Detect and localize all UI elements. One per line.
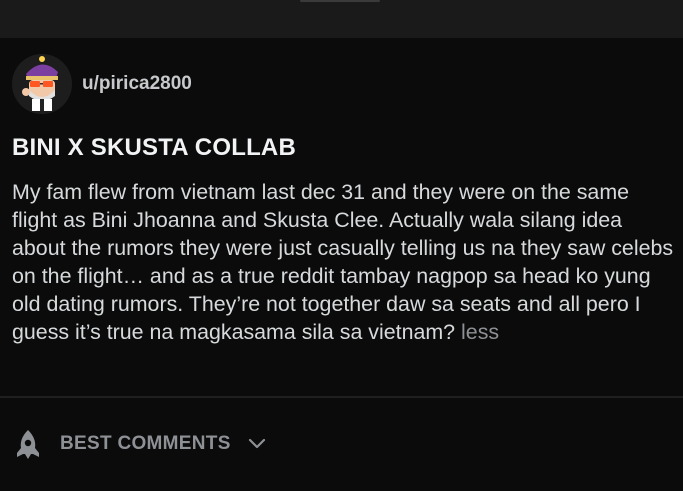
avatar[interactable] [12, 54, 72, 114]
chevron-down-icon [248, 438, 265, 449]
show-less-link[interactable]: less [461, 320, 499, 344]
post-body: My fam flew from vietnam last dec 31 and… [12, 178, 674, 346]
post-body-text: My fam flew from vietnam last dec 31 and… [12, 180, 674, 344]
author-username[interactable]: u/pirica2800 [82, 73, 192, 95]
drag-handle[interactable] [300, 0, 380, 2]
top-bar [0, 0, 683, 38]
post-title: BINI X SKUSTA COLLAB [12, 134, 296, 161]
comment-sort-label: BEST COMMENTS [60, 433, 231, 454]
post-container: u/pirica2800 BINI X SKUSTA COLLAB My fam… [0, 38, 683, 396]
post-detail-screen: u/pirica2800 BINI X SKUSTA COLLAB My fam… [0, 0, 683, 491]
comment-sort-button[interactable]: BEST COMMENTS [12, 428, 267, 460]
comments-header: BEST COMMENTS [0, 398, 683, 491]
rocket-icon [17, 430, 39, 459]
author-row: u/pirica2800 [12, 54, 192, 114]
